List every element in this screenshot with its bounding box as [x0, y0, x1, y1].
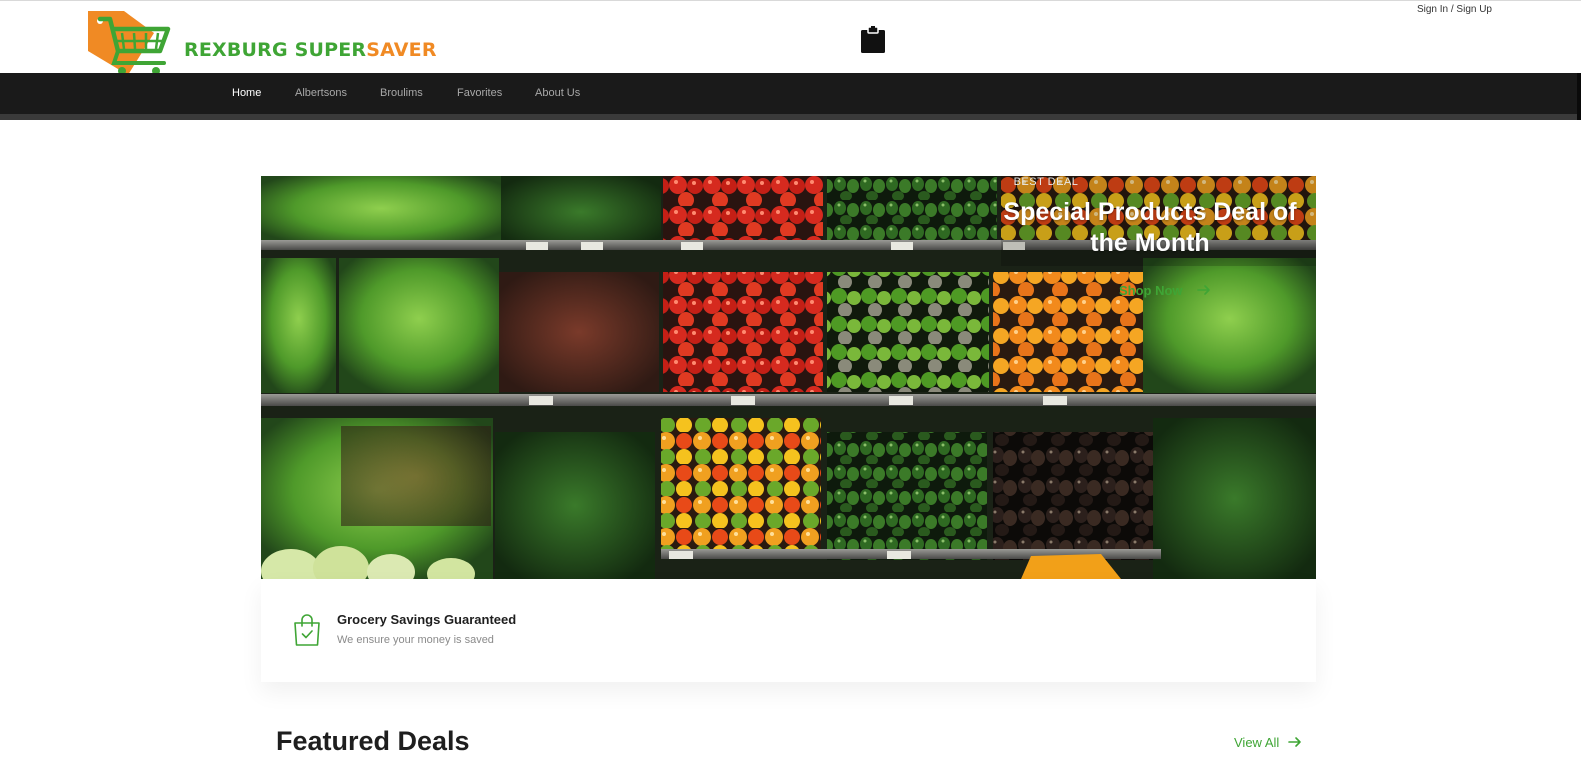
hero-title: Special Products Deal of the Month: [1003, 198, 1297, 257]
brand-name: REXBURG SUPERSAVER: [184, 39, 437, 61]
arrow-right-icon[interactable]: [1197, 283, 1211, 297]
arrow-right-icon[interactable]: [1288, 735, 1302, 749]
feature-subtitle: We ensure your money is saved: [337, 634, 494, 646]
top-header: REXBURG SUPERSAVER Sign In / Sign Up: [0, 0, 1581, 75]
hero-overline: BEST DEAL: [1013, 176, 1079, 188]
brand-logo[interactable]: REXBURG SUPERSAVER: [88, 11, 436, 75]
navbar-divider: [0, 114, 1581, 120]
view-all-link[interactable]: View All: [1234, 735, 1279, 750]
nav-item-albertsons[interactable]: Albertsons: [295, 87, 347, 99]
sign-in-sign-up-link[interactable]: Sign In / Sign Up: [1417, 4, 1492, 15]
clipboard-icon[interactable]: [860, 26, 886, 53]
nav-item-broulims[interactable]: Broulims: [380, 87, 423, 99]
hero-banner: BEST DEAL Special Products Deal of the M…: [261, 176, 1316, 579]
shopping-cart-icon: [88, 11, 171, 75]
shop-now-button[interactable]: Shop Now: [1119, 283, 1183, 298]
scrollbar-edge: [1577, 73, 1581, 120]
brand-name-part2: SAVER: [366, 39, 437, 61]
nav-item-about-us[interactable]: About Us: [535, 87, 580, 99]
savings-feature-card: Grocery Savings Guaranteed We ensure you…: [261, 579, 1316, 682]
brand-name-part1: REXBURG SUPER: [184, 39, 367, 61]
featured-deals-title: Featured Deals: [276, 726, 470, 756]
nav-item-favorites[interactable]: Favorites: [457, 87, 502, 99]
feature-title: Grocery Savings Guaranteed: [337, 612, 517, 627]
nav-item-home[interactable]: Home: [232, 87, 261, 99]
shopping-bag-check-icon: [294, 614, 320, 646]
main-navbar: Home Albertsons Broulims Favorites About…: [0, 73, 1581, 114]
